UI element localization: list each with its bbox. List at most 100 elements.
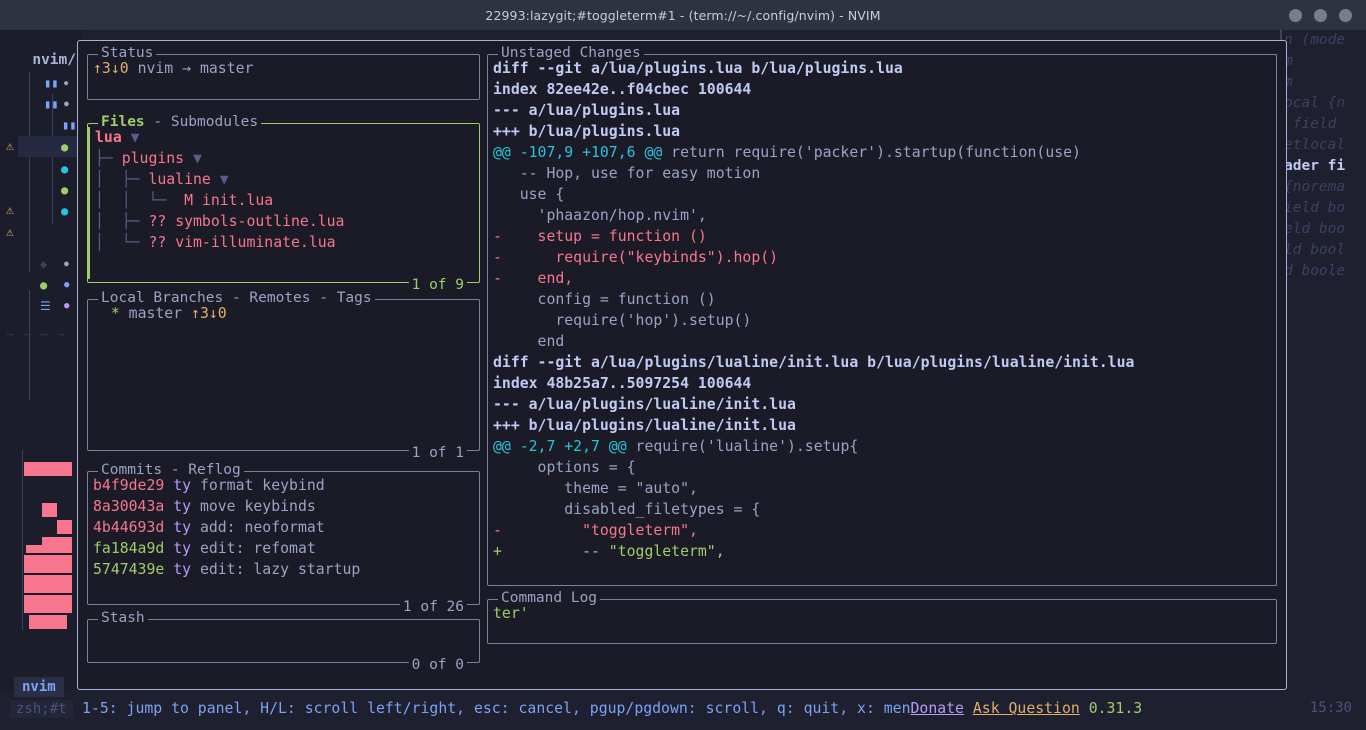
screen-root: 22993:lazygit;#toggleterm#1 - (term://~/… <box>0 0 1366 730</box>
minimap-block <box>24 462 72 476</box>
files-list-item[interactable]: │ ├─ ?? symbols-outline.lua <box>95 211 475 232</box>
diff-line[interactable]: diff --git a/lua/plugins/lualine/init.lu… <box>493 352 1272 373</box>
donate-link[interactable]: Donate <box>911 700 964 717</box>
commit-author: ty <box>173 561 192 578</box>
diff-line[interactable]: @@ -2,7 +2,7 @@ require('lualine').setup… <box>493 436 1272 457</box>
commit-list-item[interactable]: fa184a9d ty edit: refomat <box>93 538 475 559</box>
minimap-block <box>26 545 42 553</box>
background-code-line: n (mode <box>1284 32 1346 48</box>
files-selection-bar <box>88 127 90 279</box>
diff-line[interactable]: - end, <box>493 268 1272 289</box>
commit-list-item[interactable]: 5747439e ty edit: lazy startup <box>93 559 475 580</box>
diff-line[interactable]: use { <box>493 184 1272 205</box>
status-line: ↑3↓0 nvim → master <box>93 58 475 79</box>
lua-file-icon: ● <box>61 139 69 154</box>
lua-file-icon: ● <box>61 182 69 197</box>
diff-line[interactable]: 'phaazon/hop.nvim', <box>493 205 1272 226</box>
diff-line[interactable]: - require("keybinds").hop() <box>493 247 1272 268</box>
panel-stash[interactable]: Stash 0 of 0 <box>87 610 480 673</box>
commit-list-item[interactable]: 8a30043a ty move keybinds <box>93 496 475 517</box>
diff-line[interactable]: --- a/lua/plugins/lualine/init.lua <box>493 394 1272 415</box>
background-code-line: eld boo <box>1284 221 1346 237</box>
commit-author: ty <box>173 498 192 515</box>
minimap-block <box>29 615 67 629</box>
files-list-item[interactable]: ├─ plugins ▼ <box>95 148 475 169</box>
nvim-right-buffer: n (mode m m ocal {n field etlocal ader fi {nor… <box>1280 30 1366 690</box>
commit-hash: 8a30043a <box>93 498 165 515</box>
branch-list-item[interactable]: * master ↑3↓0 <box>93 303 475 324</box>
diff-line[interactable]: + -- "toggleterm", <box>493 541 1272 562</box>
commit-subject: edit: lazy startup <box>199 561 361 578</box>
diff-line[interactable]: index 82ee42e..f04cbec 100644 <box>493 79 1272 100</box>
background-code-line: {norema <box>1284 179 1346 195</box>
nvim-status-clock: 15:30 <box>1309 700 1352 716</box>
diff-line[interactable]: +++ b/lua/plugins/lualine/init.lua <box>493 415 1272 436</box>
config-file-icon: ◆ <box>40 256 48 271</box>
diff-line[interactable]: theme = "auto", <box>493 478 1272 499</box>
diagnostic-warning-icon: ⚠ <box>6 225 14 240</box>
panel-branches[interactable]: Local Branches - Remotes - Tags 1 of 1 *… <box>87 290 480 461</box>
maximize-button[interactable] <box>1314 8 1327 22</box>
commit-author: ty <box>173 477 192 494</box>
diff-line[interactable]: require('hop').setup() <box>493 310 1272 331</box>
files-list-item[interactable]: │ │ └─ M init.lua <box>95 190 475 211</box>
panel-command-log[interactable]: Command Log ter' <box>487 590 1277 644</box>
minimap-block <box>42 503 57 517</box>
panel-files[interactable]: Files - Submodules 1 of 9 lua ▼ ├─ plugin… <box>87 114 480 293</box>
background-code-line: etlocal <box>1284 137 1346 153</box>
commit-list-item[interactable]: 4b44693d ty add: neoformat <box>93 517 475 538</box>
minimap-block <box>24 555 72 573</box>
diff-line[interactable]: index 48b25a7..5097254 100644 <box>493 373 1272 394</box>
version-label: 0.31.3 <box>1088 700 1143 717</box>
diff-line[interactable]: -- Hop, use for easy motion <box>493 163 1272 184</box>
diff-line[interactable]: disabled_filetypes = { <box>493 499 1272 520</box>
files-list-item[interactable]: lua ▼ <box>95 127 475 148</box>
diff-line[interactable]: options = { <box>493 457 1272 478</box>
panel-status[interactable]: Status ↑3↓0 nvim → master <box>87 45 480 100</box>
commit-author: ty <box>173 519 192 536</box>
panel-commits[interactable]: Commits - Reflog 1 of 26 b4f9de29 ty for… <box>87 462 480 615</box>
tree-indent-guide <box>29 72 30 272</box>
commits-list[interactable]: b4f9de29 ty format keybind 8a30043a ty mo… <box>93 475 475 580</box>
files-list-item[interactable]: │ ├─ lualine ▼ <box>95 169 475 190</box>
close-button[interactable] <box>1339 8 1352 22</box>
branches-list[interactable]: * master ↑3↓0 <box>93 303 475 324</box>
background-code-line: ader fi <box>1284 158 1346 174</box>
behind-count: ↓0 <box>110 60 129 77</box>
diff-line[interactable]: end <box>493 331 1272 352</box>
diff-content[interactable]: diff --git a/lua/plugins.lua b/lua/plugi… <box>493 58 1272 562</box>
ahead-count: ↑3 <box>93 60 111 77</box>
nvim-tree-root-label: nvim/ <box>32 52 76 68</box>
diff-line[interactable]: diff --git a/lua/plugins.lua b/lua/plugi… <box>493 58 1272 79</box>
options-bar: 1-5: jump to panel, H/L: scroll left/rig… <box>82 698 1282 720</box>
diff-line[interactable]: - "toggleterm", <box>493 520 1272 541</box>
window-controls[interactable] <box>1289 0 1352 30</box>
diff-line[interactable]: --- a/lua/plugins.lua <box>493 100 1272 121</box>
background-code-line: d boole <box>1284 263 1346 279</box>
command-log-content: ter' <box>493 603 1272 624</box>
lua-file-icon: ● <box>61 203 69 218</box>
background-code-line: m <box>1284 74 1293 90</box>
commit-hash: 4b44693d <box>93 519 165 536</box>
diff-line[interactable]: - setup = function () <box>493 226 1272 247</box>
folder-icon: ▮▮ <box>44 75 59 90</box>
panel-unstaged-changes[interactable]: Unstaged Changes diff --git a/lua/plugin… <box>487 45 1277 586</box>
background-code-line: ld bool <box>1284 242 1346 258</box>
diagnostic-warning-icon: ⚠ <box>6 139 14 154</box>
git-status-dot: ● <box>64 279 70 290</box>
git-status-dot: ● <box>64 300 70 311</box>
minimize-button[interactable] <box>1289 8 1302 22</box>
stash-list[interactable] <box>93 623 475 659</box>
diff-line[interactable]: @@ -107,9 +107,6 @@ return require('pack… <box>493 142 1272 163</box>
command-log-line: ter' <box>493 605 529 622</box>
background-code-line: field <box>1284 116 1337 132</box>
diff-line[interactable]: +++ b/lua/plugins.lua <box>493 121 1272 142</box>
commit-list-item[interactable]: b4f9de29 ty format keybind <box>93 475 475 496</box>
files-list-item[interactable]: │ └─ ?? vim-illuminate.lua <box>95 232 475 253</box>
panel-stash-count: 0 of 0 <box>408 657 467 673</box>
files-list[interactable]: lua ▼ ├─ plugins ▼ │ ├─ lualine ▼ │ │ └─ M … <box>88 127 475 253</box>
diff-line[interactable]: config = function () <box>493 289 1272 310</box>
minimap-block <box>24 595 72 613</box>
ask-question-link[interactable]: Ask Question <box>973 700 1080 717</box>
commit-hash: b4f9de29 <box>93 477 165 494</box>
